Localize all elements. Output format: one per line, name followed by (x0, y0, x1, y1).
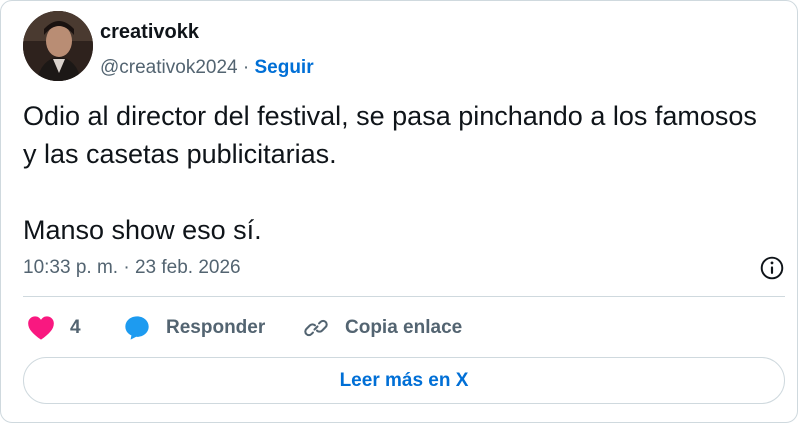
timestamp-link[interactable]: 10:33 p. m. · 23 feb. 2026 (23, 257, 241, 279)
tweet-paragraph: Manso show eso sí. (23, 215, 262, 245)
like-count: 4 (70, 317, 81, 338)
divider (23, 296, 785, 297)
tweet-header: creativokk @creativok2024 · Seguir (23, 9, 763, 81)
separator-dot: · (237, 57, 255, 78)
link-icon (304, 319, 328, 337)
heart-icon (28, 316, 54, 340)
user-handle[interactable]: @creativok2024 (100, 57, 238, 78)
reply-bubble-icon (125, 316, 149, 340)
tweet-text: Odio al director del festival, se pasa p… (23, 97, 763, 249)
display-name[interactable]: creativokk (100, 21, 199, 44)
avatar[interactable] (23, 11, 93, 81)
tweet-meta: 10:33 p. m. · 23 feb. 2026 (23, 255, 785, 283)
read-more-button[interactable]: Leer más en X (23, 357, 785, 404)
avatar-image (23, 11, 93, 81)
copy-link-label: Copia enlace (345, 317, 463, 338)
reply-button[interactable]: Responder (123, 313, 265, 343)
follow-button[interactable]: Seguir (254, 57, 313, 78)
info-icon[interactable] (759, 255, 785, 281)
embedded-tweet-card: creativokk @creativok2024 · Seguir Odio … (0, 0, 798, 423)
tweet-actions: 4 Responder Copia enlace (23, 313, 785, 343)
reply-label: Responder (166, 317, 266, 338)
tweet-paragraph: Odio al director del festival, se pasa p… (23, 101, 757, 169)
copy-link-button[interactable]: Copia enlace (303, 313, 462, 343)
like-button[interactable]: 4 (27, 313, 81, 343)
handle-row: @creativok2024 · Seguir (100, 57, 314, 79)
